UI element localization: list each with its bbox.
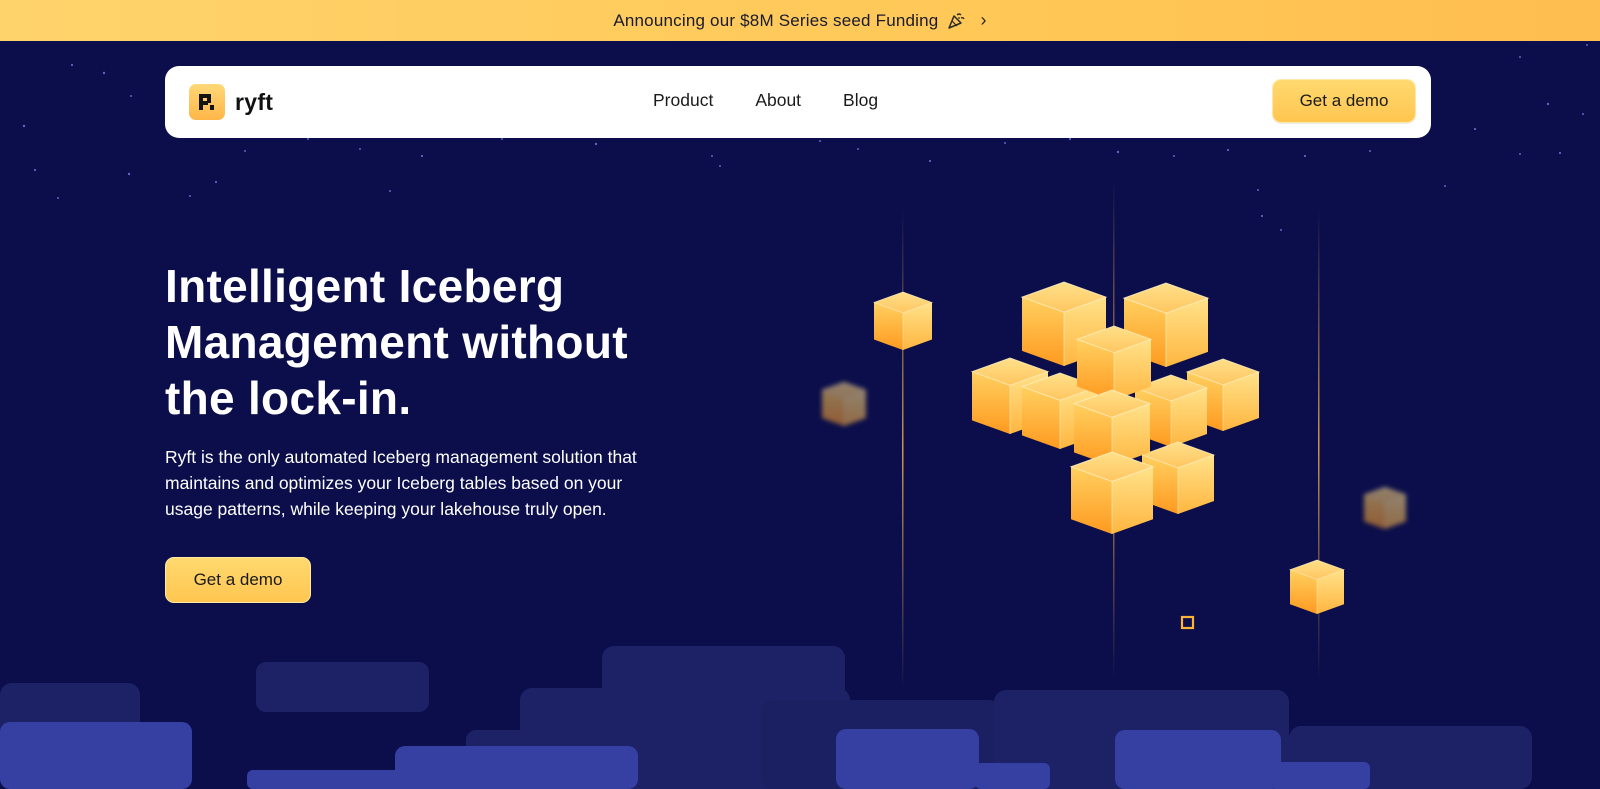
light-beam [902, 210, 904, 690]
cube [971, 357, 1049, 435]
blurred-cube [1363, 486, 1407, 530]
nav-link-product[interactable]: Product [653, 90, 713, 111]
light-beam [1318, 210, 1320, 680]
hero-title: Intelligent Iceberg Management without t… [165, 258, 725, 426]
hero-description: Ryft is the only automated Iceberg manag… [165, 444, 710, 522]
blurred-cube [821, 381, 867, 427]
cube [1070, 451, 1154, 535]
logo[interactable]: ryft [189, 84, 273, 120]
cube [1141, 441, 1215, 515]
announcement-text[interactable]: Announcing our $8M Series seed Funding [613, 11, 938, 31]
cube [1123, 282, 1209, 368]
cube [1076, 325, 1152, 401]
hero-description-line: Ryft is the only automated Iceberg manag… [165, 447, 637, 467]
hero-title-line: Intelligent Iceberg [165, 260, 565, 312]
cube [1073, 389, 1151, 467]
ryft-logo-icon [189, 84, 225, 120]
nav-links: Product About Blog [653, 90, 878, 111]
hero-title-line: the lock-in. [165, 372, 412, 424]
light-beam [1113, 180, 1115, 680]
party-popper-icon [948, 12, 966, 29]
cube [1186, 358, 1260, 432]
ground-blocks [0, 646, 1532, 789]
logo-text: ryft [235, 88, 274, 115]
cube [1021, 372, 1099, 450]
nav-link-blog[interactable]: Blog [843, 90, 878, 111]
small-square [1180, 615, 1195, 630]
cube [1289, 559, 1345, 615]
hero-get-demo-button[interactable]: Get a demo [165, 557, 311, 603]
chevron-right-icon[interactable]: › [980, 10, 986, 31]
hero-description-line: maintains and optimizes your Iceberg tab… [165, 473, 623, 493]
navbar: ryft Product About Blog Get a demo [165, 66, 1431, 138]
hero-title-line: Management without [165, 316, 628, 368]
cube [1134, 374, 1208, 448]
nav-link-about[interactable]: About [755, 90, 801, 111]
nav-get-demo-button[interactable]: Get a demo [1272, 79, 1416, 123]
cube [1021, 281, 1107, 367]
announcement-bar[interactable]: Announcing our $8M Series seed Funding › [0, 0, 1600, 41]
cube [873, 291, 933, 351]
hero-description-line: usage patterns, while keeping your lakeh… [165, 499, 607, 519]
